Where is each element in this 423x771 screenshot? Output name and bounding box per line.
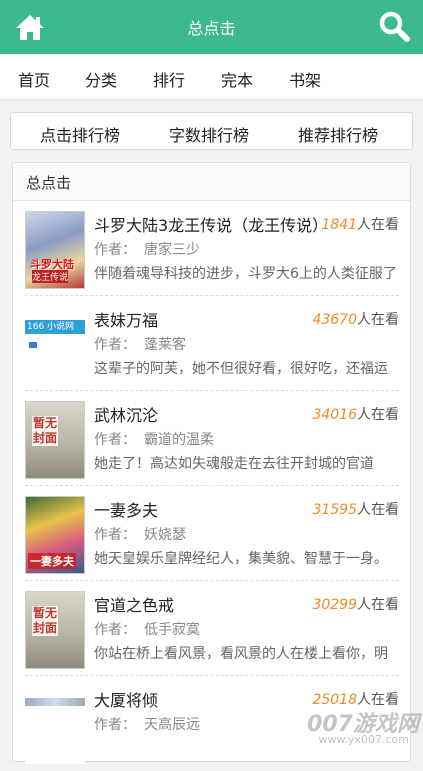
book-description: 伴随着魂导科技的进步，斗罗大6上的人类征服了 [94, 266, 397, 282]
top-bar: 总点击 [0, 0, 423, 54]
tab-click-ranking[interactable]: 点击排行榜 [40, 122, 120, 146]
book-title[interactable]: 一妻多夫 [94, 497, 158, 521]
book-cover[interactable]: 斗罗大陆 龙王传说 [25, 211, 85, 289]
book-title[interactable]: 大厦将倾 [94, 687, 158, 711]
page-title: 总点击 [187, 19, 236, 38]
reader-count: 1841人在看 [319, 214, 399, 234]
book-cover[interactable]: 166 小说网 [25, 306, 85, 384]
nav-ranking[interactable]: 排行 [153, 67, 185, 91]
list-item[interactable]: 一妻多夫 一妻多夫 31595人在看 作者： 妖娆瑟 她天皇娱乐皇牌经纪人，集美貌… [25, 486, 399, 581]
site-watermark-url: www.yx007.com [318, 733, 409, 746]
book-author: 作者： 蓬莱客 [94, 337, 186, 353]
list-item[interactable]: 斗罗大陆 龙王传说 斗罗大陆3龙王传说（龙王传说） 1841人在看 作者： 唐家三… [25, 201, 399, 296]
reader-count: 30299人在看 [310, 594, 399, 614]
book-author: 作者： 霸道的温柔 [94, 432, 214, 448]
tab-words-ranking[interactable]: 字数排行榜 [169, 122, 249, 146]
list-item[interactable]: 暂无封面 武林沉沦 34016人在看 作者： 霸道的温柔 她走了！高达如失魂般走在… [25, 391, 399, 486]
book-cover[interactable]: 一妻多夫 [25, 496, 85, 574]
book-title[interactable]: 官道之色戒 [94, 592, 174, 616]
book-author: 作者： 低手寂寞 [94, 622, 200, 638]
book-description: 她天皇娱乐皇牌经纪人，集美貌、智慧于一身。 [94, 551, 388, 567]
book-cover[interactable]: 暂无封面 [25, 401, 85, 479]
book-cover[interactable]: 暂无封面 [25, 591, 85, 669]
book-cover[interactable] [25, 686, 85, 764]
book-author: 作者： 妖娆瑟 [94, 527, 186, 543]
book-title[interactable]: 表妹万福 [94, 307, 158, 331]
main-nav: 首页 分类 排行 完本 书架 [0, 54, 423, 100]
book-title[interactable]: 斗罗大陆3龙王传说（龙王传说） [94, 212, 328, 236]
book-author: 作者： 天高辰远 [94, 717, 200, 733]
book-title[interactable]: 武林沉沦 [94, 402, 158, 426]
book-description: 你站在桥上看风景，看风景的人在楼上看你，明 [94, 646, 388, 662]
book-description: 她走了！高达如失魂般走在去往开封城的官道 [94, 456, 374, 472]
search-icon[interactable] [377, 9, 411, 43]
nav-bookshelf[interactable]: 书架 [289, 67, 321, 91]
tab-recommend-ranking[interactable]: 推荐排行榜 [298, 122, 378, 146]
list-item[interactable]: 166 小说网 表妹万福 43670人在看 作者： 蓬莱客 这辈子的阿芙，她不但很… [25, 296, 399, 391]
reader-count: 34016人在看 [310, 404, 399, 424]
ranking-tabs: 点击排行榜 字数排行榜 推荐排行榜 [10, 112, 413, 150]
nav-category[interactable]: 分类 [85, 67, 117, 91]
panel-title: 总点击 [13, 163, 410, 201]
nav-home[interactable]: 首页 [18, 67, 50, 91]
book-description: 这辈子的阿芙，她不但很好看，很好吃，还福运 [94, 361, 388, 377]
reader-count: 31595人在看 [310, 499, 399, 519]
reader-count: 43670人在看 [310, 309, 399, 329]
ranking-panel: 总点击 斗罗大陆 龙王传说 斗罗大陆3龙王传说（龙王传说） 1841人在看 作者… [12, 162, 411, 764]
list-item[interactable]: 暂无封面 官道之色戒 30299人在看 作者： 低手寂寞 你站在桥上看风景，看风景… [25, 581, 399, 676]
nav-finished[interactable]: 完本 [221, 67, 253, 91]
book-author: 作者： 唐家三少 [94, 242, 200, 258]
